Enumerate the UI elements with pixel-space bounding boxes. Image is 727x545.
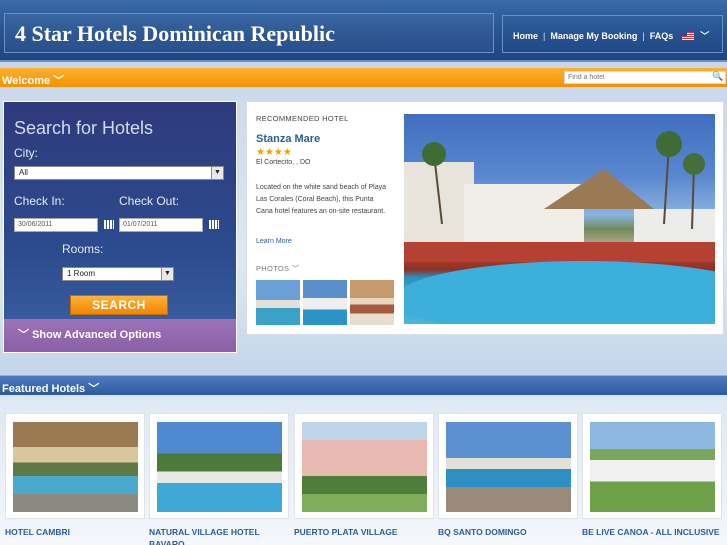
hotel-photo[interactable] [157, 422, 282, 512]
hotel-photo[interactable] [590, 422, 715, 512]
dropdown-arrow-icon[interactable]: ▼ [161, 268, 173, 280]
welcome-label: Welcome [2, 75, 51, 87]
photos-toggle[interactable]: PHOTOS ﹀ [256, 263, 300, 274]
title-box: 4 Star Hotels Dominican Republic [4, 13, 494, 53]
search-icon[interactable]: 🔍 [712, 71, 723, 82]
nav-links: Home | Manage My Booking | FAQs ﹀ [513, 29, 709, 42]
hotel-main-photo[interactable] [404, 114, 715, 324]
advanced-options-label: Show Advanced Options [32, 329, 162, 341]
featured-hotels-bar: Featured Hotels ﹀ [0, 375, 727, 395]
photo-thumbnail[interactable] [350, 280, 394, 325]
checkout-label: Check Out: [119, 194, 180, 208]
chevron-down-icon[interactable]: ﹀ [700, 29, 709, 42]
hotel-location: El Cortecito, , DO [256, 159, 311, 166]
hotel-photo[interactable] [446, 422, 571, 512]
nav-faqs-link[interactable]: FAQs [650, 31, 674, 41]
nav-manage-booking-link[interactable]: Manage My Booking [550, 31, 637, 41]
star-rating-icon: ★★★★ [256, 147, 292, 158]
featured-hotel-card[interactable] [5, 413, 145, 519]
rooms-select[interactable]: 1 Room ▼ [62, 267, 174, 281]
us-flag-icon[interactable] [682, 31, 695, 40]
learn-more-link[interactable]: Learn More [256, 238, 292, 245]
city-select-value: All [19, 168, 28, 177]
chevron-down-icon: ﹀ [53, 75, 65, 87]
calendar-icon[interactable] [209, 220, 219, 229]
featured-hotel-card[interactable] [294, 413, 434, 519]
chevron-down-icon: ﹀ [88, 383, 100, 395]
recommended-hotel-panel: RECOMMENDED HOTEL Stanza Mare ★★★★ El Co… [246, 101, 724, 335]
featured-hotel-name[interactable]: HOTEL CAMBRI [5, 526, 145, 538]
photo-thumbnail[interactable] [303, 280, 347, 325]
featured-hotel-name[interactable]: PUERTO PLATA VILLAGE [294, 526, 434, 538]
featured-hotel-name[interactable]: NATURAL VILLAGE HOTEL BAVARO [149, 526, 289, 545]
featured-hotel-card[interactable] [149, 413, 289, 519]
featured-hotels-label: Featured Hotels [2, 383, 86, 395]
featured-hotel-name[interactable]: BQ SANTO DOMINGO [438, 526, 578, 538]
city-select[interactable]: All ▼ [14, 166, 224, 180]
featured-hotel-card[interactable] [438, 413, 578, 519]
top-nav: Home | Manage My Booking | FAQs ﹀ [502, 15, 723, 53]
rooms-label: Rooms: [62, 242, 104, 256]
photos-label: PHOTOS [256, 264, 290, 273]
recommended-hotel-name[interactable]: Stanza Mare [256, 133, 320, 145]
dropdown-arrow-icon[interactable]: ▼ [211, 167, 223, 179]
photo-thumbnails [256, 280, 394, 325]
checkin-label: Check In: [14, 194, 65, 208]
welcome-bar: Welcome ﹀ 🔍 [0, 67, 727, 87]
search-button[interactable]: SEARCH [70, 295, 168, 315]
rooms-select-value: 1 Room [67, 269, 96, 278]
nav-home-link[interactable]: Home [513, 31, 538, 41]
photo-thumbnail[interactable] [256, 280, 300, 325]
chevron-down-icon: ﹀ [291, 264, 300, 273]
nav-separator: | [642, 30, 645, 41]
calendar-icon[interactable] [104, 220, 114, 229]
search-panel: Search for Hotels City: All ▼ Check In: … [3, 101, 237, 353]
recommended-heading: RECOMMENDED HOTEL [256, 114, 349, 123]
hotel-photo[interactable] [13, 422, 138, 512]
search-title: Search for Hotels [14, 118, 154, 138]
hotel-description: Located on the white sand beach of Playa… [256, 184, 386, 215]
checkout-field[interactable]: 01/07/2011 [119, 218, 203, 232]
featured-hotels-toggle[interactable]: Featured Hotels ﹀ [2, 380, 99, 396]
find-hotel-input[interactable] [564, 71, 726, 84]
featured-hotel-name[interactable]: BE LIVE CANOA - ALL INCLUSIVE [582, 526, 722, 538]
hotel-photo[interactable] [302, 422, 427, 512]
city-label: City: [14, 146, 38, 160]
welcome-toggle[interactable]: Welcome ﹀ [2, 72, 64, 88]
advanced-options-toggle[interactable]: ﹀ Show Advanced Options [4, 319, 236, 352]
featured-hotel-card[interactable] [582, 413, 722, 519]
resort-pool-illustration [404, 131, 715, 324]
checkin-field[interactable]: 30/06/2011 [14, 218, 98, 232]
site-header: 4 Star Hotels Dominican Republic Home | … [0, 0, 727, 62]
nav-separator: | [543, 30, 546, 41]
chevron-down-icon: ﹀ [18, 329, 33, 341]
site-title[interactable]: 4 Star Hotels Dominican Republic [15, 21, 335, 47]
